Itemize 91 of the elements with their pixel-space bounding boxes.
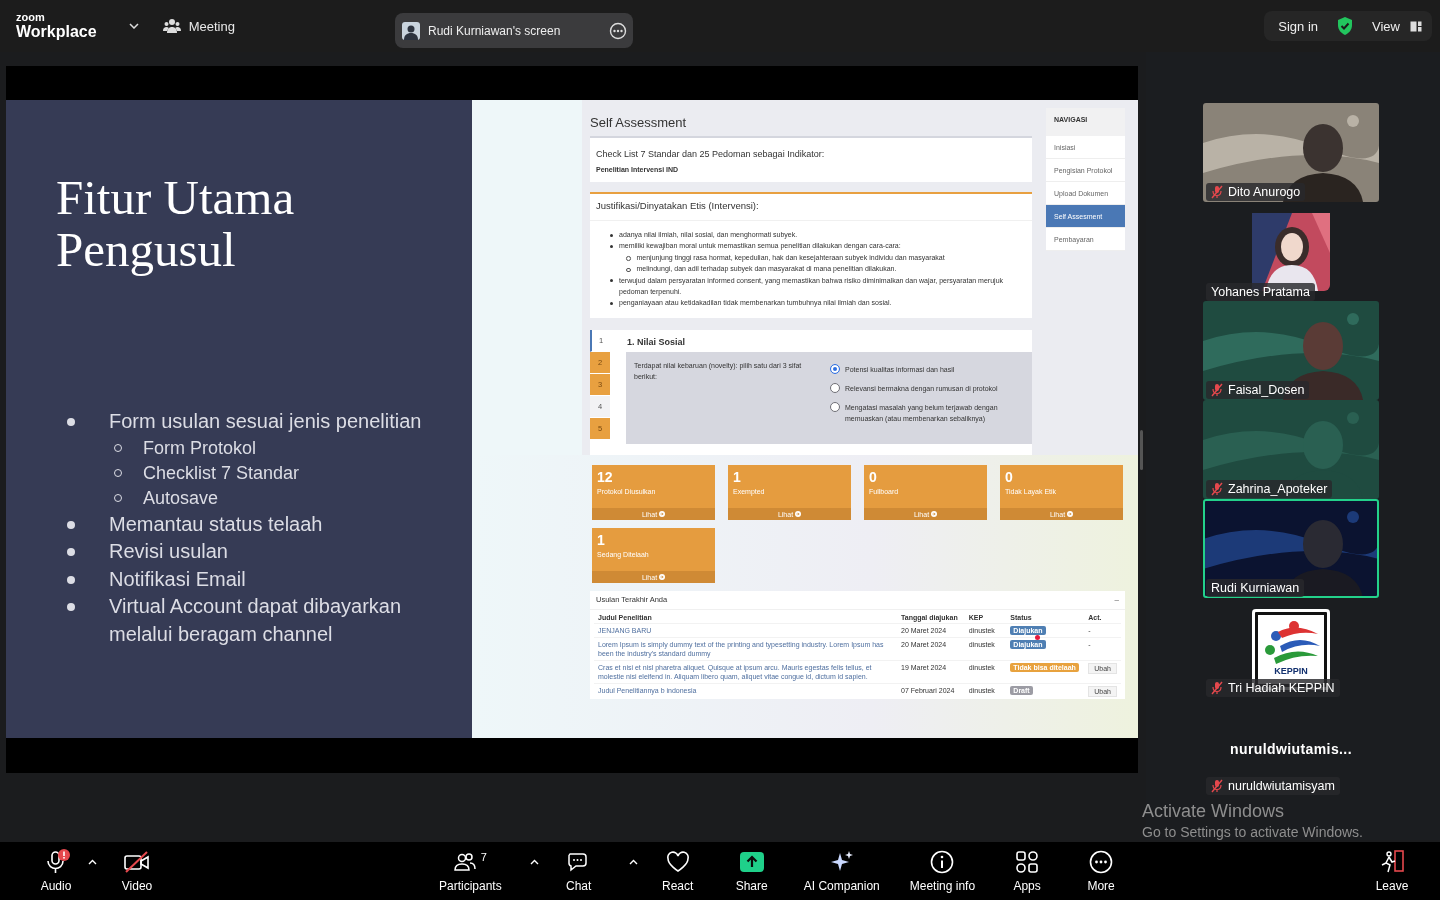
- meeting-info-button[interactable]: Meeting info: [903, 849, 982, 893]
- bullet-text: Checklist 7 Standar: [143, 461, 300, 485]
- view-button[interactable]: View: [1372, 18, 1422, 34]
- bullet-icon: [67, 575, 75, 584]
- bullet-icon: [610, 244, 613, 248]
- arrow-circle-icon: [795, 511, 802, 517]
- participant-name: nuruldwiutamisyam: [1228, 779, 1335, 793]
- stat-value: 1: [596, 531, 606, 548]
- muted-mic-icon: [1211, 383, 1223, 397]
- arrow-circle-icon: [659, 574, 666, 580]
- stat-value: 0: [868, 468, 878, 485]
- pointer-dot: [1035, 635, 1040, 640]
- people-icon: [453, 852, 476, 872]
- bullet-text: Virtual Account dapat dibayarkan melalui beragam channel: [109, 594, 403, 647]
- share-screen-icon: [738, 851, 765, 873]
- more-icon[interactable]: [609, 21, 627, 40]
- bullet-icon: [626, 267, 631, 272]
- collapse-button[interactable]: –: [1114, 595, 1119, 604]
- bullet-icon: [67, 418, 75, 426]
- muted-mic-icon: [1211, 779, 1223, 793]
- more-button[interactable]: More: [1073, 849, 1130, 893]
- page-heading: Self Assessment: [590, 115, 688, 130]
- participant-count: 7: [480, 851, 487, 863]
- participant-name: Tri Hadiah KEPPIN: [1228, 681, 1335, 695]
- shield-check-icon[interactable]: [1336, 16, 1355, 36]
- logo-text: KEPPIN: [1274, 666, 1308, 676]
- exit-door-icon: [1379, 850, 1405, 874]
- apps-icon: [1015, 850, 1040, 874]
- splitter-handle[interactable]: [1140, 430, 1143, 470]
- arrow-circle-icon: [931, 511, 938, 517]
- caret-up-icon[interactable]: [88, 859, 97, 865]
- app-logo: Workplace: [16, 24, 97, 40]
- participant-name: Yohanes Pratama: [1211, 285, 1310, 299]
- bullet-icon: [67, 603, 75, 611]
- arrow-circle-icon: [1067, 511, 1074, 517]
- card-title: Check List 7 Standar dan 25 Pedoman sebagai Indikator:: [596, 149, 826, 159]
- question-title: 1. Nilai Sosial: [626, 335, 687, 349]
- avatar-icon: [402, 21, 420, 40]
- participant-name: Rudi Kurniawan: [1211, 581, 1300, 595]
- ai-companion-button[interactable]: AI Companion: [797, 849, 886, 893]
- screen-share-pill[interactable]: Rudi Kurniawan's screen: [395, 13, 633, 48]
- share-label: Rudi Kurniawan's screen: [428, 23, 562, 38]
- info-icon: [930, 850, 955, 874]
- more-icon: [1089, 850, 1114, 874]
- muted-mic-icon: [1211, 185, 1223, 199]
- bullet-text: Notifikasi Email: [109, 566, 246, 592]
- participant-name: Zahrina_Apoteker: [1228, 482, 1328, 496]
- slide-title: Fitur Utama Pengusul: [56, 172, 296, 276]
- stat-value: 1: [732, 468, 742, 485]
- muted-mic-icon: [1211, 482, 1223, 496]
- bullet-icon: [67, 548, 75, 556]
- leave-button[interactable]: Leave: [1364, 849, 1420, 893]
- meeting-button[interactable]: Meeting: [162, 18, 235, 34]
- bullet-text: Form usulan sesuai jenis penelitian: [109, 409, 422, 434]
- layout-icon: [1410, 20, 1422, 32]
- stat-value: 0: [1004, 468, 1014, 485]
- radio-button[interactable]: [830, 363, 840, 374]
- activation-notice-text: Go to Settings to activate Windows.: [1142, 824, 1363, 840]
- bullet-text: Form Protokol: [143, 436, 257, 460]
- caret-up-icon[interactable]: [628, 859, 638, 865]
- app-logo-caption: zoom: [16, 12, 46, 23]
- chat-button[interactable]: Chat: [550, 849, 607, 893]
- chevron-down-icon[interactable]: [128, 23, 139, 29]
- react-button[interactable]: React: [649, 849, 706, 893]
- bullet-icon: [67, 520, 75, 529]
- bullet-text: Autosave: [143, 486, 219, 510]
- activation-notice-title: Activate Windows: [1142, 801, 1286, 822]
- stat-value: 12: [596, 468, 614, 485]
- participant-name: Dito Anurogo: [1228, 185, 1301, 199]
- bullet-icon: [610, 301, 613, 305]
- video-button[interactable]: Video: [109, 849, 165, 893]
- people-icon: [162, 18, 181, 34]
- bullet-icon: [610, 233, 613, 237]
- bullet-icon: [610, 279, 613, 283]
- muted-mic-icon: [1211, 681, 1223, 695]
- share-button[interactable]: Share: [723, 849, 780, 893]
- heart-icon: [665, 851, 690, 873]
- audio-button[interactable]: Audio: [28, 849, 84, 893]
- alert-badge-icon: [58, 849, 70, 861]
- sign-in-button[interactable]: Sign in: [1278, 18, 1319, 34]
- radio-button[interactable]: [830, 401, 840, 412]
- participant-name: Faisal_Dosen: [1228, 383, 1305, 397]
- arrow-circle-icon: [659, 511, 666, 517]
- participants-button[interactable]: 7 Participants: [433, 849, 508, 893]
- apps-button[interactable]: Apps: [999, 849, 1056, 893]
- participant-display-name: nuruldwiutamis...: [1229, 741, 1353, 757]
- radio-button[interactable]: [830, 382, 840, 393]
- card-title: Justifikasi/Dinyatakan Etis (Intervensi):: [590, 194, 1032, 221]
- bullet-text: Revisi usulan: [109, 539, 228, 564]
- bullet-text: Memantau status telaah: [109, 511, 323, 537]
- caret-up-icon[interactable]: [529, 859, 539, 865]
